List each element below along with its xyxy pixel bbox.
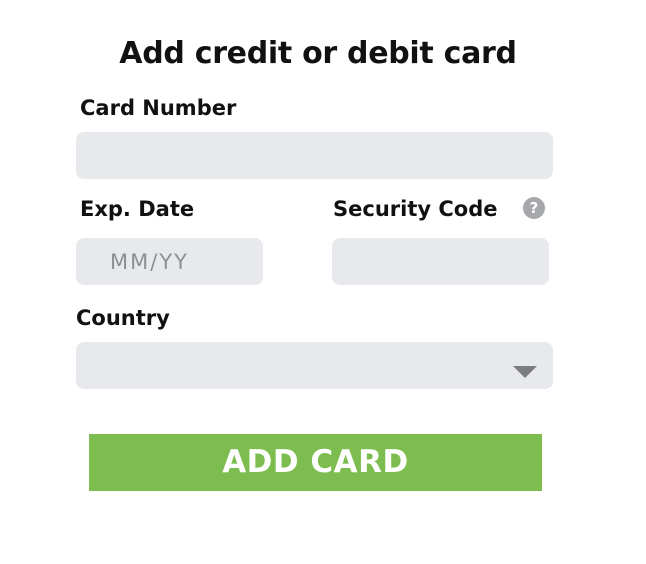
security-code-field[interactable]: [332, 238, 549, 285]
exp-date-field[interactable]: [76, 238, 263, 285]
card-number-input[interactable]: [76, 132, 553, 179]
security-code-label: Security Code: [333, 197, 498, 221]
card-number-field[interactable]: [76, 132, 553, 179]
chevron-down-icon[interactable]: [513, 366, 537, 378]
question-mark-icon[interactable]: ?: [523, 197, 545, 219]
exp-date-input[interactable]: [76, 238, 263, 285]
country-select[interactable]: [76, 342, 553, 389]
page-title: Add credit or debit card: [119, 36, 517, 71]
exp-date-label: Exp. Date: [80, 197, 195, 221]
card-number-label: Card Number: [80, 96, 237, 120]
country-label: Country: [76, 306, 170, 330]
add-card-button[interactable]: ADD CARD: [89, 434, 542, 491]
security-code-input[interactable]: [332, 238, 549, 285]
